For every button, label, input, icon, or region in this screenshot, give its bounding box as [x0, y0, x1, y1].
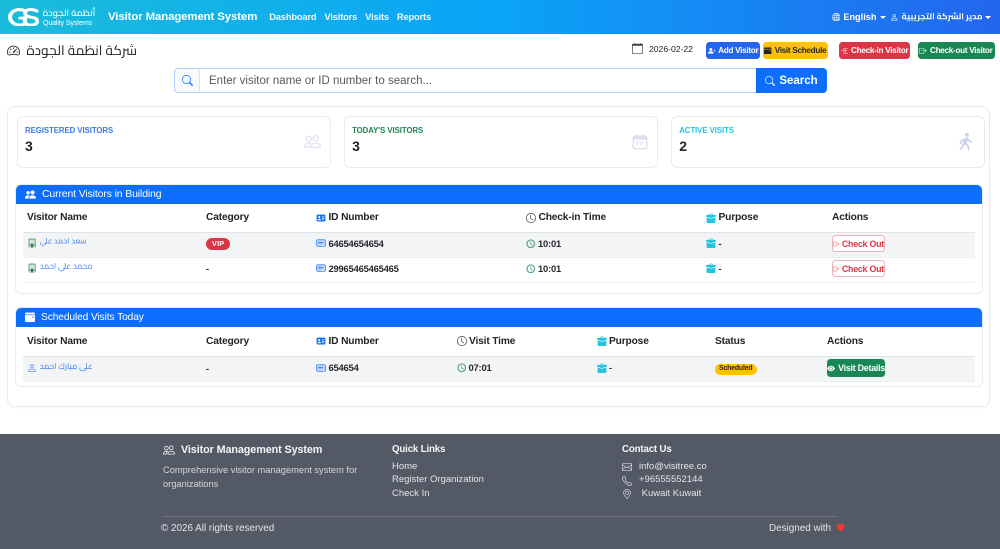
svg-text:Fri: Fri: [636, 141, 644, 147]
